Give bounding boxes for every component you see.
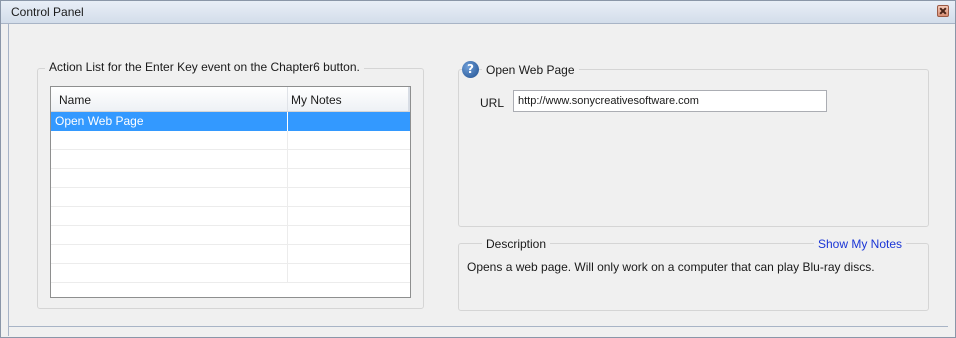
window-title: Control Panel xyxy=(11,5,84,19)
panel-bottom-border xyxy=(8,326,948,327)
close-button[interactable] xyxy=(937,5,949,17)
empty-row[interactable] xyxy=(51,226,410,245)
column-header-my-notes[interactable]: My Notes xyxy=(291,93,342,107)
url-label: URL xyxy=(480,96,505,110)
row-column-separator xyxy=(287,264,288,283)
action-list-header: Name My Notes xyxy=(51,87,410,112)
row-column-separator xyxy=(287,207,288,226)
empty-row[interactable] xyxy=(51,245,410,264)
description-title: Description xyxy=(482,237,551,251)
empty-row[interactable] xyxy=(51,207,410,226)
column-header-name[interactable]: Name xyxy=(59,93,91,107)
action-row-open-web-page[interactable]: Open Web Page xyxy=(51,112,410,131)
description-text: Opens a web page. Will only work on a co… xyxy=(467,260,875,274)
row-column-separator xyxy=(287,245,288,264)
row-column-separator xyxy=(287,112,288,131)
url-input[interactable] xyxy=(513,90,827,112)
empty-row[interactable] xyxy=(51,150,410,169)
action-details-title: Open Web Page xyxy=(482,63,579,77)
empty-row[interactable] xyxy=(51,188,410,207)
show-my-notes-link[interactable]: Show My Notes xyxy=(814,237,907,251)
action-list[interactable]: Name My Notes Open Web Page xyxy=(50,86,411,298)
header-scroll-edge xyxy=(408,87,410,111)
action-row-name: Open Web Page xyxy=(55,114,144,128)
column-separator xyxy=(287,87,288,111)
description-group xyxy=(458,243,929,311)
empty-row[interactable] xyxy=(51,169,410,188)
row-column-separator xyxy=(287,188,288,207)
row-column-separator xyxy=(287,226,288,245)
row-column-separator xyxy=(287,150,288,169)
panel-left-border xyxy=(8,23,9,336)
row-column-separator xyxy=(287,131,288,150)
action-list-group-label: Action List for the Enter Key event on t… xyxy=(45,60,364,74)
title-bar[interactable]: Control Panel xyxy=(1,1,955,24)
row-column-separator xyxy=(287,169,288,188)
help-icon[interactable]: ? xyxy=(462,61,479,78)
empty-row[interactable] xyxy=(51,264,410,283)
empty-row[interactable] xyxy=(51,131,410,150)
